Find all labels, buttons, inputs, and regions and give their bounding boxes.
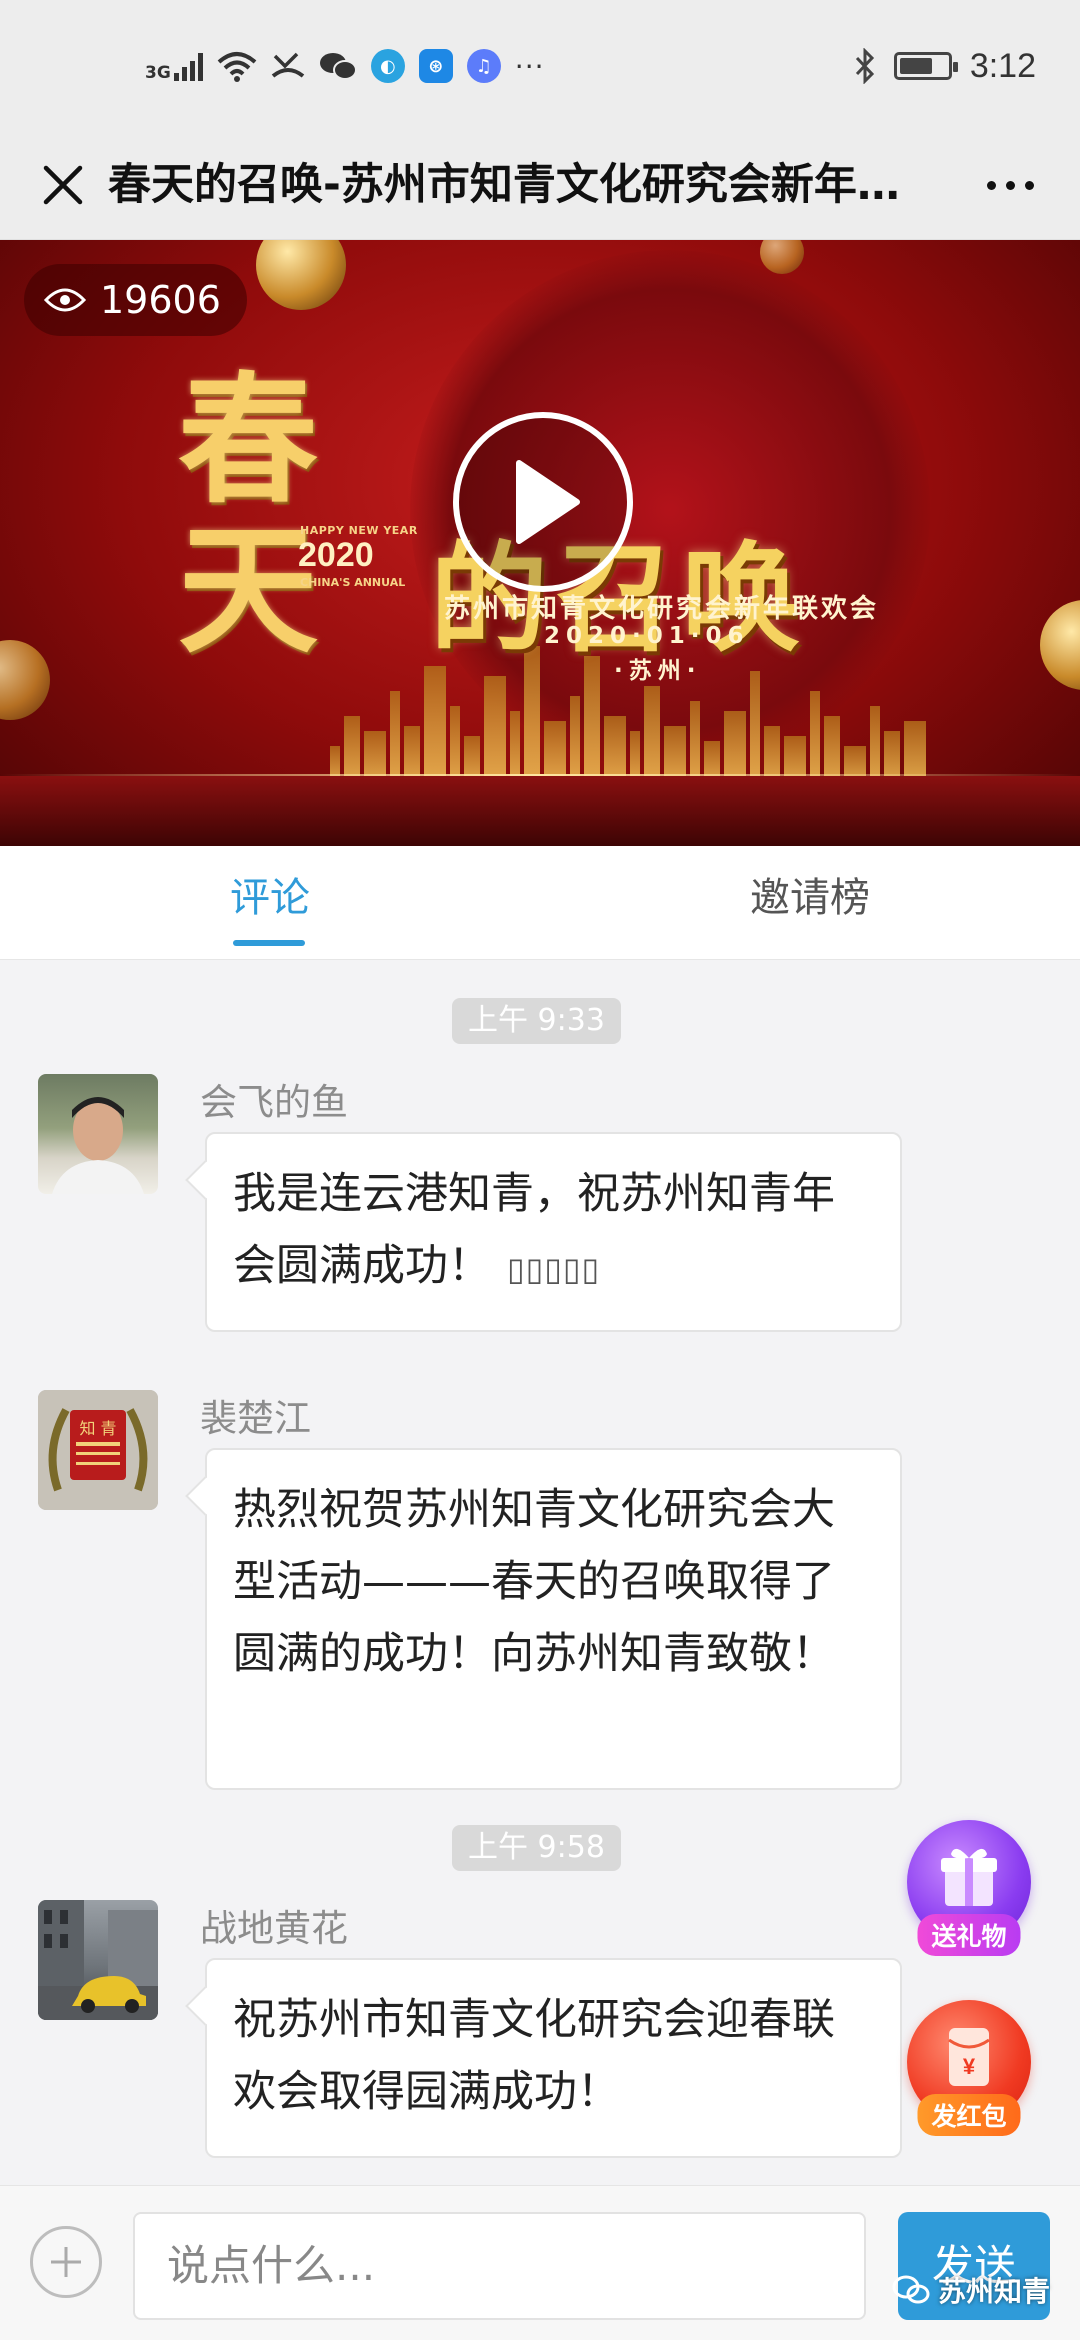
play-button[interactable] — [453, 412, 633, 592]
account-watermark: 苏州知青 — [892, 2270, 1050, 2310]
watermark-text: 苏州知青 — [938, 2275, 1051, 2308]
more-notifications-icon: ··· — [514, 49, 545, 83]
comment-bubble: 我是连云港知青，祝苏州知青年会圆满成功！ ▯▯▯▯▯ — [205, 1132, 902, 1332]
timestamp-chip: 上午 9:58 — [452, 1825, 621, 1871]
status-right: 3:12 — [854, 42, 1036, 90]
red-packet-button[interactable]: ¥ 发红包 — [907, 2000, 1031, 2136]
close-icon — [43, 165, 83, 205]
avatar-emblem: 知 青 — [38, 1390, 158, 1510]
comment-text: 热烈祝贺苏州知青文化研究会大型活动———春天的召唤取得了圆满的成功！向苏州知青致… — [233, 1485, 835, 1679]
more-dot — [1005, 180, 1015, 190]
signal-icon: 3G — [145, 51, 203, 83]
page-title: 春天的召唤-苏州市知青文化研究会新年联欢会 — [108, 160, 908, 210]
music-icon: ♫ — [466, 49, 501, 83]
skyline-building — [570, 696, 580, 786]
avatar-street-photo — [38, 1900, 158, 2020]
poster-city: ·苏州· — [614, 658, 702, 684]
send-gift-button[interactable]: 送礼物 — [907, 1820, 1031, 1956]
tab-invite-ranking[interactable]: 邀请榜 — [690, 846, 930, 960]
skyline-building — [644, 686, 660, 786]
comment-input-bar: 说点什么... 发送 — [0, 2185, 1080, 2340]
play-icon — [516, 460, 580, 544]
close-button[interactable] — [28, 150, 98, 220]
poster-date: 2020·01·06 — [544, 623, 750, 649]
tab-bar: 评论 邀请榜 — [0, 846, 1080, 960]
view-count: 19606 — [100, 278, 221, 322]
status-time: 3:12 — [969, 46, 1036, 85]
skyline-building — [424, 666, 446, 786]
poster-calligraphy: 春天 — [178, 366, 378, 666]
avatar[interactable] — [38, 1900, 158, 2020]
svg-text:知 青: 知 青 — [79, 1419, 116, 1438]
timestamp-chip: 上午 9:33 — [452, 998, 621, 1044]
more-dot — [1024, 180, 1034, 190]
poster-year: 2020 — [298, 536, 374, 574]
comment-bubble: 祝苏州市知青文化研究会迎春联欢会取得园满成功！ — [205, 1958, 902, 2158]
comment-input[interactable]: 说点什么... — [133, 2212, 866, 2320]
red-packet-label: 发红包 — [917, 2094, 1021, 2136]
video-player[interactable]: 春天 HAPPY NEW YEAR 2020 CHINA'S ANNUAL 的召… — [0, 240, 1080, 846]
avatar[interactable] — [38, 1074, 158, 1194]
avatar[interactable]: 知 青 — [38, 1390, 158, 1510]
app-icon: ◐ — [370, 49, 405, 83]
view-count-badge: 19606 — [24, 264, 247, 336]
comment-emoji: ▯▯▯▯▯ — [507, 1250, 601, 1288]
poster-annual: CHINA'S ANNUAL — [300, 576, 406, 589]
wifi-icon — [217, 52, 257, 82]
network-type-label: 3G — [145, 63, 171, 83]
battery-icon — [893, 52, 958, 80]
skyline-building — [584, 656, 600, 786]
comment-author: 战地黄花 — [200, 1907, 348, 1950]
skyline-building — [390, 691, 400, 786]
status-bar: 3G ◐ ⊛ ♫ ··· 3:12 — [0, 0, 1080, 130]
bluetooth-icon — [855, 48, 874, 84]
comment-author: 会飞的鱼 — [200, 1081, 348, 1124]
wechat-logo-icon — [892, 2275, 930, 2304]
skyline-building — [484, 676, 506, 786]
poster-calligraphy-text: 春天 — [178, 359, 319, 673]
active-tab-indicator — [233, 940, 305, 946]
wechat-icon — [319, 53, 357, 80]
yuan-symbol: ¥ — [963, 2054, 976, 2079]
app-icon: ⊛ — [418, 49, 453, 83]
poster-subtitle: 苏州市知青文化研究会新年联欢会 — [444, 594, 880, 624]
send-gift-label: 送礼物 — [917, 1914, 1021, 1956]
more-options-button[interactable] — [970, 152, 1050, 218]
comment-text: 祝苏州市知青文化研究会迎春联欢会取得园满成功！ — [233, 1995, 835, 2117]
eye-icon — [44, 288, 86, 312]
add-button[interactable] — [30, 2226, 102, 2298]
comment-author: 裴楚江 — [200, 1397, 311, 1440]
poster-ornament — [256, 240, 346, 310]
avatar-portrait — [52, 1097, 144, 1194]
status-left: 3G ◐ ⊛ ♫ ··· — [145, 44, 545, 88]
skyline-building — [810, 691, 820, 786]
title-bar: 春天的召唤-苏州市知青文化研究会新年联欢会 — [0, 130, 1080, 240]
comment-bubble: 热烈祝贺苏州知青文化研究会大型活动———春天的召唤取得了圆满的成功！向苏州知青致… — [205, 1448, 902, 1790]
missed-call-icon — [271, 52, 305, 78]
poster-floor — [0, 776, 1080, 846]
plus-icon — [51, 2247, 81, 2277]
skyline-building — [750, 671, 760, 786]
more-dot — [986, 180, 996, 190]
